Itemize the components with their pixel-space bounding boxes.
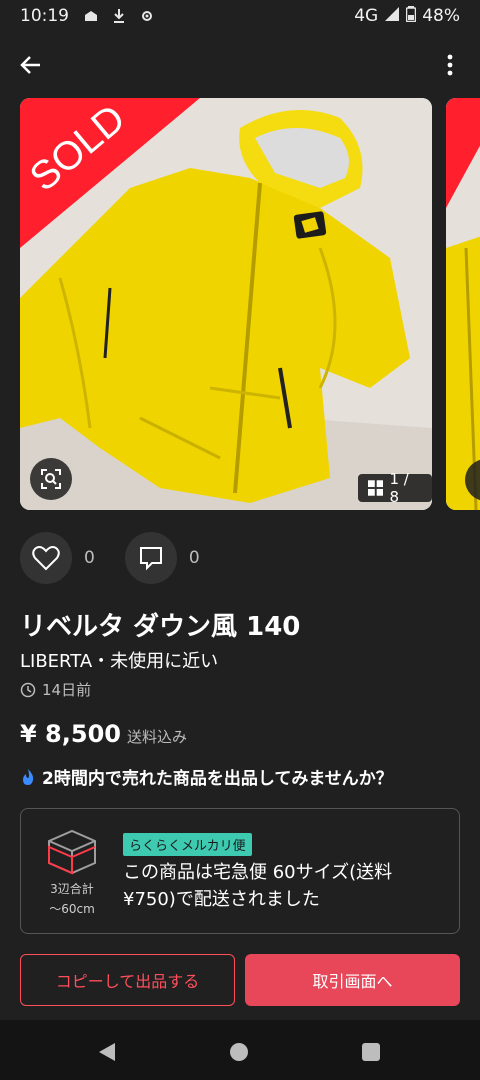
comment-count: 0 bbox=[188, 548, 200, 568]
shipping-info-card: 3辺合計 〜60cm らくらくメルカリ便 この商品は宅急便 60サイズ(送料¥7… bbox=[20, 808, 460, 934]
jacket-image-next bbox=[446, 98, 480, 510]
network-label: 4G bbox=[354, 6, 379, 26]
sell-promo-text: 2時間内で売れた商品を出品してみませんか？ bbox=[42, 769, 393, 789]
next-product-photo[interactable] bbox=[446, 98, 480, 510]
brand-condition[interactable]: LIBERTA・未使用に近い bbox=[20, 647, 218, 673]
posted-time: 14日前 bbox=[20, 679, 91, 700]
system-nav-bar bbox=[0, 1020, 480, 1080]
sell-promo[interactable]: 2時間内で売れた商品を出品してみませんか？ bbox=[20, 764, 393, 789]
box-size-caption-line1: 3辺合計 bbox=[50, 882, 94, 896]
transaction-screen-button[interactable]: 取引画面へ bbox=[245, 954, 460, 1006]
battery-icon bbox=[405, 5, 417, 27]
grid-icon bbox=[368, 480, 384, 496]
like-button[interactable] bbox=[20, 532, 72, 584]
shipping-method-badge: らくらくメルカリ便 bbox=[123, 833, 252, 856]
sold-ribbon: SOLD bbox=[20, 98, 200, 248]
status-time: 10:19 bbox=[20, 6, 69, 26]
clock-icon bbox=[20, 682, 36, 697]
back-button[interactable] bbox=[16, 50, 46, 80]
more-menu-button[interactable] bbox=[438, 50, 462, 80]
arrow-left-icon bbox=[20, 56, 40, 74]
photo-carousel[interactable]: SOLD 1 / 8 bbox=[20, 98, 480, 510]
image-search-icon bbox=[41, 469, 61, 489]
comment-icon bbox=[139, 547, 162, 571]
photo-counter-text: 1 / 8 bbox=[389, 470, 409, 506]
box-size-caption-line2: 〜60cm bbox=[49, 902, 95, 916]
like-count: 0 bbox=[84, 548, 95, 568]
posted-time-text: 14日前 bbox=[42, 681, 92, 699]
shipping-included: 送料込み bbox=[126, 728, 187, 746]
flame-icon bbox=[23, 768, 34, 785]
battery-label: 48% bbox=[422, 6, 460, 26]
image-search-button[interactable] bbox=[30, 458, 72, 500]
box-size-caption: 3辺合計 〜60cm bbox=[37, 879, 107, 919]
copy-listing-button[interactable]: コピーして出品する bbox=[20, 954, 235, 1006]
cloud-icon bbox=[83, 8, 99, 24]
price-value: ¥ 8,500 bbox=[20, 720, 121, 748]
status-right: 4G 48% bbox=[354, 5, 460, 27]
heart-icon bbox=[32, 546, 60, 571]
comment-button[interactable] bbox=[124, 532, 177, 584]
nav-recents-button[interactable] bbox=[362, 1043, 380, 1061]
more-vertical-icon bbox=[447, 54, 453, 76]
engagement-actions: 0 0 bbox=[20, 532, 230, 584]
nav-home-button[interactable] bbox=[230, 1043, 248, 1061]
product-title: リベルタ ダウン風 140 bbox=[20, 612, 301, 642]
product-photo[interactable]: SOLD 1 / 8 bbox=[20, 98, 432, 510]
app-bar bbox=[0, 40, 480, 90]
settings-icon bbox=[139, 8, 155, 24]
box-size-icon bbox=[48, 829, 96, 875]
download-icon bbox=[111, 8, 127, 24]
price: ¥ 8,500 送料込み bbox=[20, 720, 187, 748]
status-bar: 10:19 4G 48% bbox=[0, 0, 480, 32]
photo-counter[interactable]: 1 / 8 bbox=[358, 470, 432, 506]
nav-back-icon[interactable] bbox=[98, 1042, 116, 1062]
shipping-message: この商品は宅急便 60サイズ(送料¥750)で配送されました bbox=[123, 862, 393, 910]
signal-icon bbox=[384, 6, 400, 27]
